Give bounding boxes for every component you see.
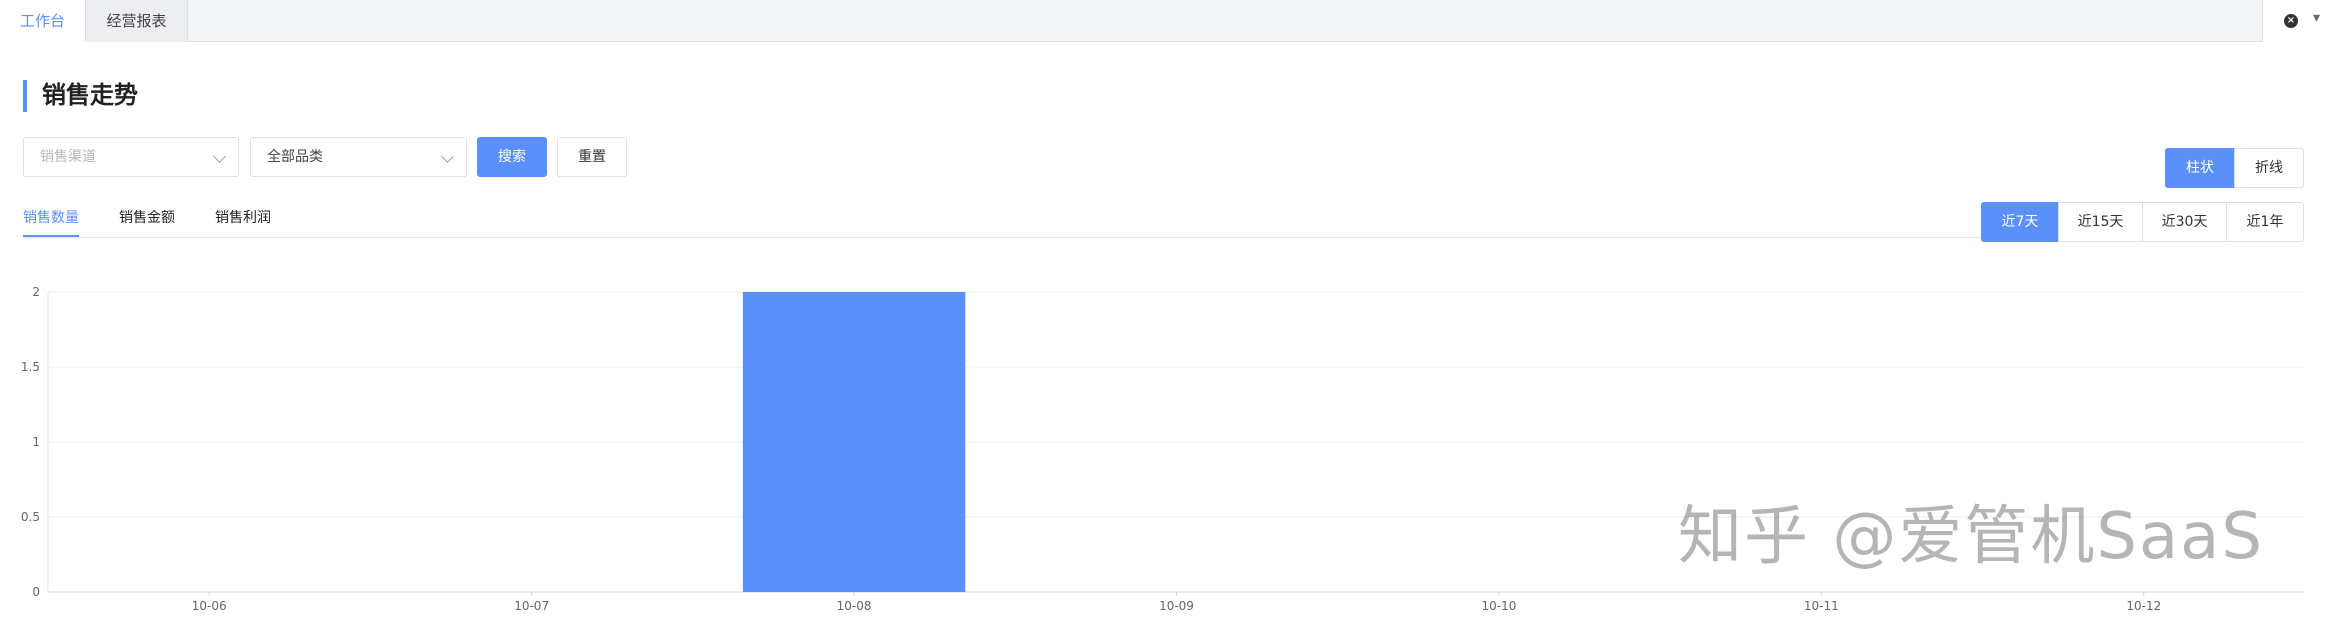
y-tick-label: 0.5 — [21, 510, 40, 524]
x-tick-label: 10-07 — [514, 599, 549, 613]
close-tabs-button[interactable]: × ▾ — [2262, 0, 2325, 42]
category-select[interactable]: 全部品类 — [250, 137, 467, 177]
y-tick-label: 0 — [32, 585, 40, 599]
x-tick-label: 10-09 — [1159, 599, 1194, 613]
x-tick-label: 10-11 — [1804, 599, 1839, 613]
page-title: 销售走势 — [42, 81, 138, 109]
channel-select-placeholder: 销售渠道 — [40, 149, 96, 165]
metric-tabs-divider — [23, 237, 1981, 238]
close-circle-icon: × — [2284, 14, 2298, 28]
y-tick-label: 2 — [32, 285, 40, 299]
x-tick-label: 10-06 — [192, 599, 227, 613]
reset-button[interactable]: 重置 — [557, 137, 627, 177]
tab-bar: 工作台 经营报表 × ▾ — [0, 0, 2325, 42]
search-button[interactable]: 搜索 — [477, 137, 547, 177]
tab-sales-amount[interactable]: 销售金额 — [119, 206, 175, 230]
y-tick-label: 1 — [32, 435, 40, 449]
tab-business-report[interactable]: 经营报表 — [86, 0, 188, 42]
chart-type-bar-button[interactable]: 柱状 — [2165, 148, 2235, 188]
tab-sales-quantity[interactable]: 销售数量 — [23, 206, 79, 230]
range-1-year-button[interactable]: 近1年 — [2226, 202, 2304, 242]
chevron-down-icon — [213, 150, 226, 163]
x-tick-label: 10-10 — [1481, 599, 1516, 613]
range-7-days-button[interactable]: 近7天 — [1981, 202, 2059, 242]
chevron-down-icon: ▾ — [2313, 10, 2321, 26]
channel-select[interactable]: 销售渠道 — [23, 137, 239, 177]
metric-tab-active-underline — [23, 235, 79, 237]
y-tick-label: 1.5 — [21, 360, 40, 374]
x-tick-label: 10-12 — [2126, 599, 2161, 613]
bar — [742, 292, 966, 592]
tab-sales-profit[interactable]: 销售利润 — [215, 206, 271, 230]
range-30-days-button[interactable]: 近30天 — [2142, 202, 2227, 242]
x-tick-label: 10-08 — [837, 599, 872, 613]
watermark: 知乎 @爱管机SaaS — [1678, 500, 2265, 574]
chevron-down-icon — [441, 150, 454, 163]
chart-type-line-button[interactable]: 折线 — [2234, 148, 2304, 188]
category-select-value: 全部品类 — [267, 149, 323, 165]
range-15-days-button[interactable]: 近15天 — [2058, 202, 2143, 242]
title-accent-bar — [23, 80, 27, 112]
tab-workbench[interactable]: 工作台 — [0, 0, 86, 42]
